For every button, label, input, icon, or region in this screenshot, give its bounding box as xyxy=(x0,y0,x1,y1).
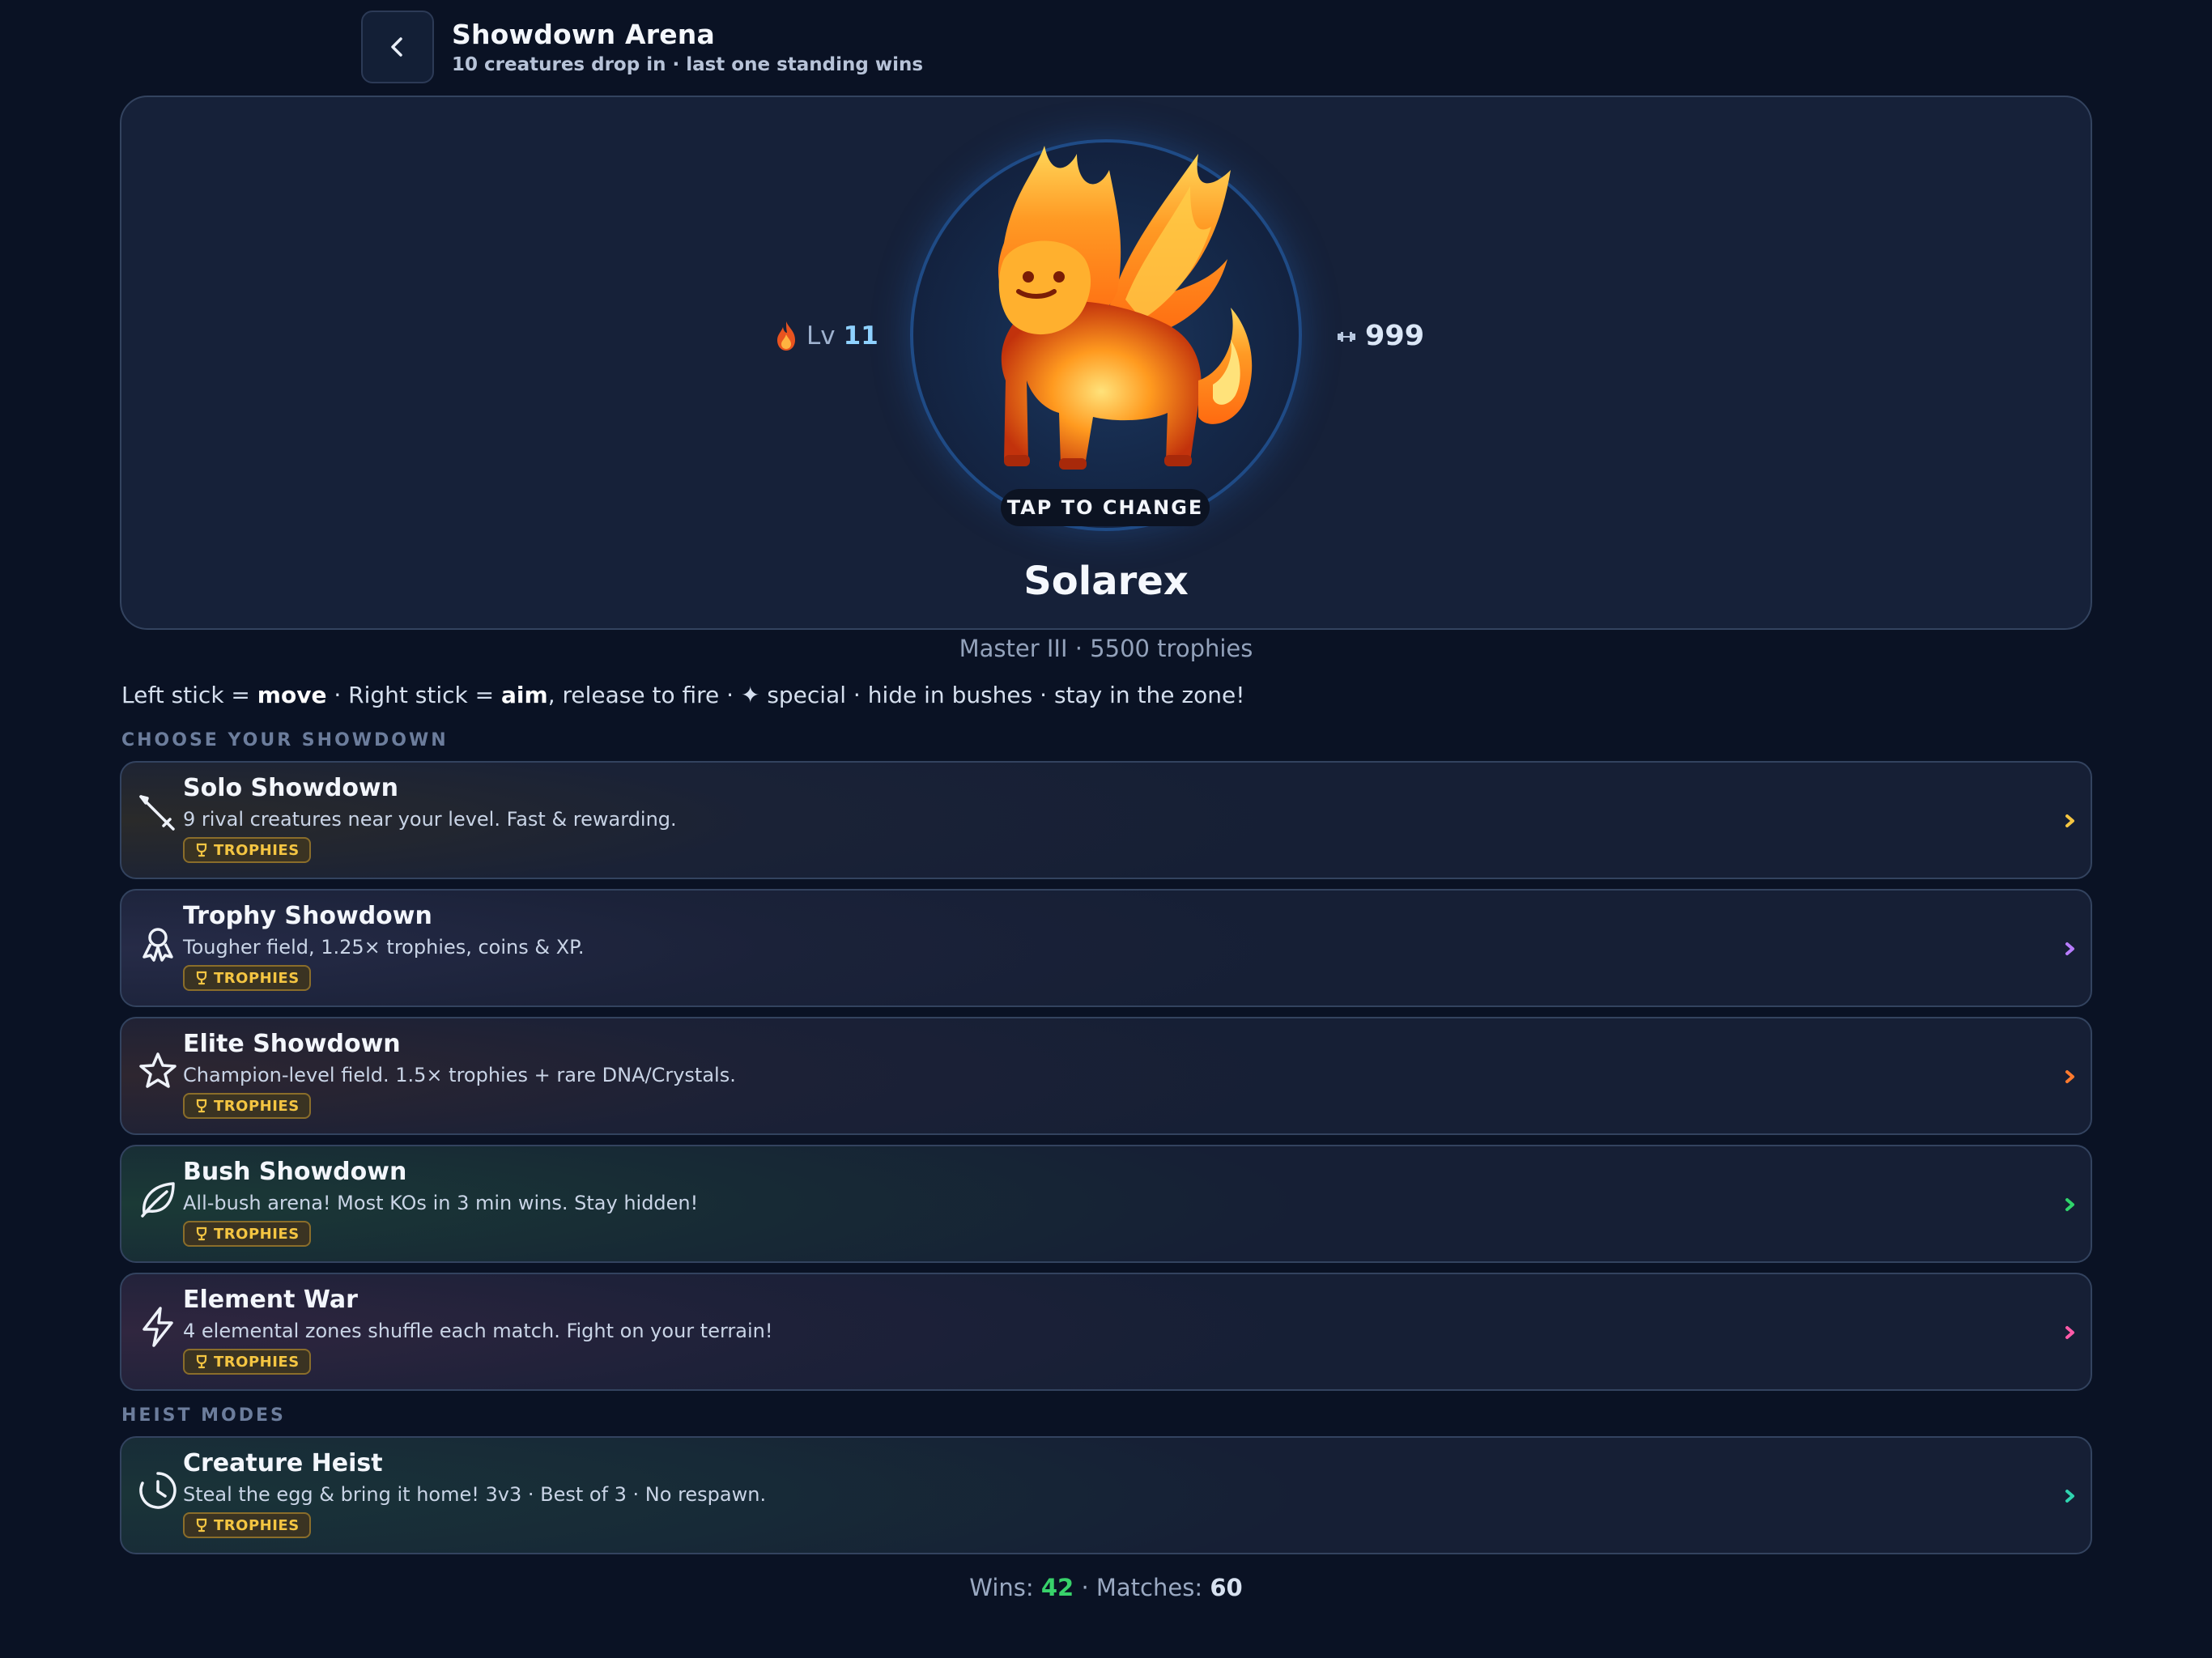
chevron-left-icon xyxy=(391,37,402,57)
leaf-icon xyxy=(141,1182,175,1218)
top-bar: Showdown Arena 10 creatures drop in · la… xyxy=(361,10,923,84)
section-title-showdown: CHOOSE YOUR SHOWDOWN xyxy=(121,730,449,750)
chevron-right-icon xyxy=(2065,1490,2074,1503)
chevron-right-icon xyxy=(2065,1326,2074,1339)
level-value: 11 xyxy=(843,321,878,351)
mode-title: Bush Showdown xyxy=(183,1158,407,1186)
star-icon xyxy=(139,1052,177,1088)
mode-title: Solo Showdown xyxy=(183,774,399,802)
mode-description: 4 elemental zones shuffle each match. Fi… xyxy=(183,1320,773,1342)
controls-text-1: Left stick = xyxy=(121,682,257,708)
matches-value: 60 xyxy=(1210,1574,1243,1601)
mode-card-creature-heist[interactable]: Creature Heist Steal the egg & bring it … xyxy=(120,1436,2092,1554)
badge-label: TROPHIES xyxy=(214,1097,300,1115)
mode-title: Creature Heist xyxy=(183,1449,383,1477)
chevron-right-icon xyxy=(2065,942,2074,955)
chevron-right-icon xyxy=(2065,1198,2074,1211)
trophies-badge: TROPHIES xyxy=(183,965,311,991)
controls-hint: Left stick = move · Right stick = aim, r… xyxy=(121,682,1244,708)
trophies-badge: TROPHIES xyxy=(183,837,311,863)
controls-aim: aim xyxy=(501,682,548,708)
mode-title: Elite Showdown xyxy=(183,1030,401,1058)
mode-description: All-bush arena! Most KOs in 3 min wins. … xyxy=(183,1192,699,1214)
mode-description: 9 rival creatures near your level. Fast … xyxy=(183,808,677,831)
page-subtitle: 10 creatures drop in · last one standing… xyxy=(452,54,924,75)
trophies-badge: TROPHIES xyxy=(183,1512,311,1538)
back-button[interactable] xyxy=(361,11,434,83)
mode-card-element-war[interactable]: Element War 4 elemental zones shuffle ea… xyxy=(120,1273,2092,1391)
badge-label: TROPHIES xyxy=(214,1225,300,1243)
medal-icon xyxy=(143,928,173,962)
mode-card-elite-showdown[interactable]: Elite Showdown Champion-level field. 1.5… xyxy=(120,1017,2092,1135)
mode-card-solo-showdown[interactable]: Solo Showdown 9 rival creatures near you… xyxy=(120,761,2092,879)
title-block: Showdown Arena 10 creatures drop in · la… xyxy=(452,17,923,77)
controls-text-3: , release to fire · ✦ special · hide in … xyxy=(547,682,1245,708)
mode-title: Element War xyxy=(183,1286,358,1314)
trophy-icon xyxy=(196,1099,207,1113)
chevron-right-icon xyxy=(2065,814,2074,827)
trophies-badge: TROPHIES xyxy=(183,1093,311,1119)
level-indicator: Lv 11 xyxy=(774,316,878,356)
power-indicator: 999 xyxy=(1338,316,1424,356)
trophies-badge: TROPHIES xyxy=(183,1221,311,1247)
mode-card-bush-showdown[interactable]: Bush Showdown All-bush arena! Most KOs i… xyxy=(120,1145,2092,1263)
controls-text-2: · Right stick = xyxy=(326,682,502,708)
level-label: Lv xyxy=(806,321,836,351)
trophy-icon xyxy=(196,1226,207,1241)
badge-label: TROPHIES xyxy=(214,1353,300,1371)
rank-line: Master III · 5500 trophies xyxy=(959,635,1253,662)
fire-lion-creature-image xyxy=(998,146,1253,470)
lightning-icon xyxy=(143,1307,173,1347)
trophy-icon xyxy=(196,1354,207,1369)
controls-move: move xyxy=(257,682,327,708)
mode-description: Champion-level field. 1.5× trophies + ra… xyxy=(183,1064,736,1086)
mode-card-trophy-showdown[interactable]: Trophy Showdown Tougher field, 1.25× tro… xyxy=(120,889,2092,1007)
wins-value: 42 xyxy=(1040,1574,1074,1601)
flame-icon xyxy=(777,321,795,351)
matches-label: · Matches: xyxy=(1074,1574,1210,1601)
tap-to-change-button[interactable]: TAP TO CHANGE xyxy=(1001,489,1210,526)
badge-label: TROPHIES xyxy=(214,841,300,859)
sword-icon xyxy=(139,795,175,831)
dumbbell-icon xyxy=(1338,325,1355,347)
badge-label: TROPHIES xyxy=(214,969,300,987)
match-stats: Wins: 42 · Matches: 60 xyxy=(120,1574,2092,1601)
trophy-icon xyxy=(196,1518,207,1533)
clock-icon xyxy=(139,1472,177,1509)
wins-label: Wins: xyxy=(969,1574,1041,1601)
badge-label: TROPHIES xyxy=(214,1516,300,1534)
trophy-icon xyxy=(196,843,207,857)
mode-description: Tougher field, 1.25× trophies, coins & X… xyxy=(183,936,585,959)
chevron-right-icon xyxy=(2065,1070,2074,1083)
trophy-icon xyxy=(196,971,207,985)
page-title: Showdown Arena xyxy=(452,19,715,50)
trophies-badge: TROPHIES xyxy=(183,1349,311,1375)
power-value: 999 xyxy=(1365,320,1425,352)
mode-description: Steal the egg & bring it home! 3v3 · Bes… xyxy=(183,1483,767,1506)
section-title-heist: HEIST MODES xyxy=(121,1405,286,1426)
creature-name: Solarex xyxy=(1023,559,1189,604)
mode-title: Trophy Showdown xyxy=(183,902,432,930)
